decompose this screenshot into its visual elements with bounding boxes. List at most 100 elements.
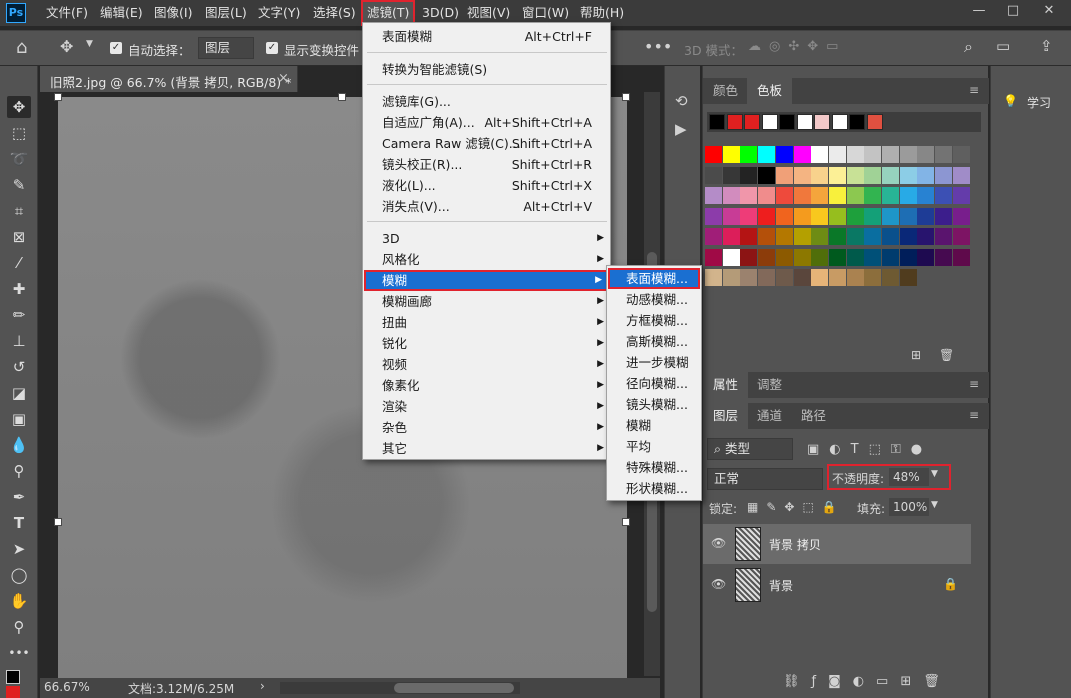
- pen-tool-icon[interactable]: ✒: [7, 486, 31, 508]
- recent-swatch[interactable]: [849, 114, 865, 130]
- healing-brush-tool-icon[interactable]: ✚: [7, 278, 31, 300]
- blur-submenu-item[interactable]: 进一步模糊: [608, 352, 700, 373]
- opacity-input[interactable]: 48%: [889, 468, 929, 486]
- menu-layer[interactable]: 图层(L): [205, 0, 247, 26]
- swatch[interactable]: [811, 187, 829, 204]
- filter-menu-item[interactable]: 液化(L)... Shift+Ctrl+X: [364, 175, 610, 196]
- blur-submenu-item[interactable]: 形状模糊...: [608, 478, 700, 499]
- blur-submenu-item[interactable]: 平均: [608, 436, 700, 457]
- swatch[interactable]: [775, 166, 793, 184]
- filter-menu-item[interactable]: Camera Raw 滤镜(C)... Shift+Ctrl+A: [364, 133, 610, 154]
- swatch[interactable]: [811, 269, 829, 286]
- swatch[interactable]: [882, 166, 899, 184]
- swatch[interactable]: [882, 269, 899, 286]
- swatch[interactable]: [846, 228, 864, 245]
- swatch[interactable]: [740, 166, 758, 184]
- swatch[interactable]: [722, 228, 740, 245]
- swatch[interactable]: [935, 166, 953, 184]
- filter-menu-item[interactable]: 自适应广角(A)... Alt+Shift+Ctrl+A: [364, 112, 610, 133]
- fill-input[interactable]: 100%: [889, 498, 929, 516]
- swatch[interactable]: [811, 166, 829, 184]
- swatch[interactable]: [846, 166, 864, 184]
- swatch[interactable]: [882, 187, 899, 204]
- lasso-tool-icon[interactable]: ➰: [7, 148, 31, 170]
- swatch[interactable]: [740, 187, 758, 204]
- swatch[interactable]: [793, 146, 811, 163]
- swatch[interactable]: [899, 207, 917, 225]
- swatch[interactable]: [864, 187, 882, 204]
- blur-submenu-item[interactable]: 高斯模糊...: [608, 331, 700, 352]
- recent-swatch[interactable]: [726, 114, 743, 130]
- swatch[interactable]: [758, 187, 776, 204]
- swatch[interactable]: [793, 228, 811, 245]
- recent-swatch[interactable]: [761, 114, 778, 130]
- filter-menu-item[interactable]: 表面模糊 Alt+Ctrl+F: [364, 26, 610, 47]
- crop-tool-icon[interactable]: ⌗: [7, 200, 31, 222]
- swatch[interactable]: [828, 269, 846, 286]
- dodge-tool-icon[interactable]: ⚲: [7, 460, 31, 482]
- new-swatch-icon[interactable]: ⊞: [911, 348, 921, 362]
- recent-swatch[interactable]: [779, 114, 795, 130]
- layer-name[interactable]: 背景: [769, 577, 793, 594]
- menu-type[interactable]: 文字(Y): [258, 0, 300, 26]
- trash-icon[interactable]: 🗑: [939, 348, 954, 362]
- blur-submenu-item[interactable]: 模糊: [608, 415, 700, 436]
- eyedropper-tool-icon[interactable]: ⁄: [7, 252, 31, 274]
- filter-menu-item[interactable]: 转换为智能滤镜(S): [364, 59, 610, 80]
- zoom-tool-icon[interactable]: ⚲: [7, 616, 31, 638]
- swatch[interactable]: [775, 248, 793, 266]
- more-options-icon[interactable]: •••: [644, 37, 672, 56]
- tab-swatches[interactable]: 色板: [747, 78, 793, 104]
- background-color-swatch[interactable]: [6, 686, 20, 698]
- swatch[interactable]: [864, 228, 882, 245]
- swatch[interactable]: [758, 207, 776, 225]
- swatch[interactable]: [722, 187, 740, 204]
- share-icon[interactable]: ⇪: [1040, 37, 1053, 55]
- swatch[interactable]: [828, 207, 846, 225]
- lock-icons[interactable]: ▦✎✥⬚🔒: [747, 500, 845, 514]
- swatch[interactable]: [917, 187, 935, 204]
- layer-footer-icons[interactable]: ⛓ƒ◙◐▭⊞🗑: [783, 674, 952, 689]
- tab-color[interactable]: 颜色: [703, 78, 748, 104]
- minimize-icon[interactable]: —: [964, 0, 994, 22]
- swatch[interactable]: [793, 248, 811, 266]
- swatch[interactable]: [705, 207, 722, 225]
- tab-layers[interactable]: 图层: [703, 403, 749, 429]
- swatch[interactable]: [917, 166, 935, 184]
- home-icon[interactable]: ⌂: [16, 37, 27, 58]
- swatch[interactable]: [722, 146, 740, 163]
- swatch[interactable]: [935, 146, 953, 163]
- swatch[interactable]: [793, 166, 811, 184]
- swatch[interactable]: [775, 269, 793, 286]
- swatch[interactable]: [828, 146, 846, 163]
- show-transform-checkbox[interactable]: ✓: [266, 42, 278, 54]
- maximize-icon[interactable]: □: [998, 0, 1028, 22]
- swatch[interactable]: [705, 248, 722, 266]
- marquee-tool-icon[interactable]: ⬚: [7, 122, 31, 144]
- swatch[interactable]: [899, 228, 917, 245]
- recent-swatch[interactable]: [866, 114, 883, 130]
- swatch[interactable]: [811, 228, 829, 245]
- auto-select-dropdown[interactable]: 图层: [198, 37, 254, 59]
- document-tab[interactable]: 旧照2.jpg @ 66.7% (背景 拷贝, RGB/8) * ×: [40, 66, 298, 92]
- swatch[interactable]: [882, 228, 899, 245]
- blend-mode-dropdown[interactable]: 正常: [707, 468, 823, 490]
- swatch[interactable]: [917, 207, 935, 225]
- blur-submenu-item[interactable]: 径向模糊...: [608, 373, 700, 394]
- tab-properties[interactable]: 属性: [703, 372, 749, 398]
- blur-submenu-item[interactable]: 特殊模糊...: [608, 457, 700, 478]
- filter-menu-item[interactable]: 视频 ▶: [364, 354, 610, 375]
- swatch[interactable]: [846, 269, 864, 286]
- swatch[interactable]: [952, 146, 970, 163]
- swatch[interactable]: [758, 228, 776, 245]
- swatch[interactable]: [758, 146, 776, 163]
- scrollbar-thumb[interactable]: [394, 683, 514, 693]
- blur-submenu-item[interactable]: 方框模糊...: [608, 310, 700, 331]
- menu-file[interactable]: 文件(F): [46, 0, 88, 26]
- swatch[interactable]: [952, 248, 970, 266]
- filter-menu-item[interactable]: 渲染 ▶: [364, 396, 610, 417]
- tab-adjustments[interactable]: 调整: [747, 372, 792, 398]
- swatch[interactable]: [705, 187, 722, 204]
- swatch[interactable]: [740, 228, 758, 245]
- filter-menu-item[interactable]: 滤镜库(G)...: [364, 91, 610, 112]
